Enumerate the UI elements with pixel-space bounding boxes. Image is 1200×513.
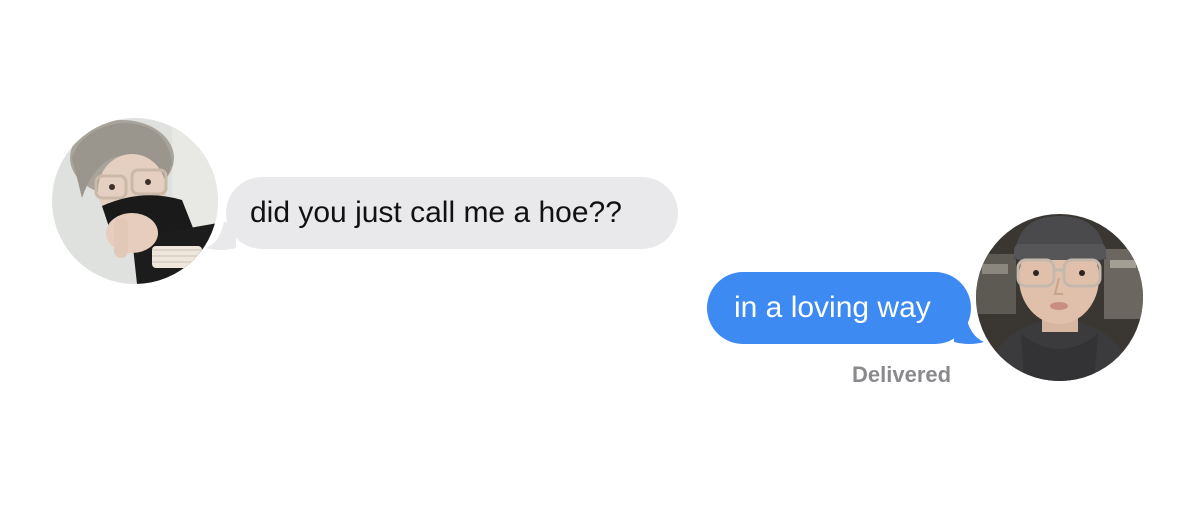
contact-photo-icon <box>52 118 218 284</box>
received-message-bubble[interactable]: did you just call me a hoe?? <box>226 177 678 249</box>
sent-message-bubble[interactable]: in a loving way <box>707 272 971 344</box>
user-avatar[interactable] <box>976 214 1143 381</box>
received-message-text: did you just call me a hoe?? <box>250 196 622 229</box>
user-photo-icon <box>976 214 1143 381</box>
sent-message-text: in a loving way <box>734 291 931 324</box>
delivery-status: Delivered <box>852 362 952 387</box>
contact-avatar[interactable] <box>52 118 218 284</box>
